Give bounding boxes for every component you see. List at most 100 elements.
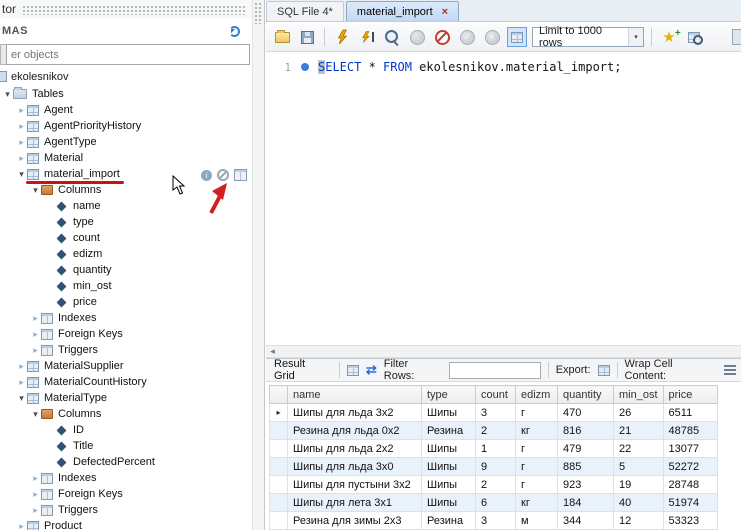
tree-item-indexes[interactable]: ▸Indexes	[0, 310, 252, 326]
expand-arrow-icon[interactable]: ▸	[30, 502, 41, 518]
cell-quantity[interactable]: 184	[558, 494, 614, 512]
tree-item-tables[interactable]: ▾Tables	[0, 86, 252, 102]
cell-edizm[interactable]: кг	[516, 494, 558, 512]
cell-price[interactable]: 52272	[663, 458, 717, 476]
refresh-results-icon[interactable]: ⇄	[366, 362, 377, 378]
cell-price[interactable]: 53323	[663, 512, 717, 530]
row-selector[interactable]	[270, 494, 288, 512]
expand-arrow-icon[interactable]: ▸	[16, 358, 27, 374]
tree-item-material[interactable]: ▸Material	[0, 150, 252, 166]
explain-button[interactable]	[382, 27, 402, 47]
row-selector[interactable]: ▸	[270, 404, 288, 422]
tree-item-indexes[interactable]: ▸Indexes	[0, 470, 252, 486]
cell-quantity[interactable]: 470	[558, 404, 614, 422]
table-row[interactable]: ▸Шипы для льда 3x2Шипы3г470266511	[270, 404, 718, 422]
scroll-left-icon[interactable]: ◂	[266, 346, 279, 357]
expand-arrow-icon[interactable]: ▸	[30, 310, 41, 326]
wrap-cell-content-icon[interactable]	[724, 365, 736, 375]
tree-item-product[interactable]: ▸Product	[0, 518, 252, 530]
execute-current-button[interactable]	[357, 27, 377, 47]
export-icon[interactable]	[598, 365, 610, 376]
tree-item-materialcounthistory[interactable]: ▸MaterialCountHistory	[0, 374, 252, 390]
column-header-name[interactable]: name	[288, 386, 422, 404]
cell-quantity[interactable]: 479	[558, 440, 614, 458]
collapse-arrow-icon[interactable]: ▾	[16, 166, 27, 182]
cell-price[interactable]: 13077	[663, 440, 717, 458]
cell-type[interactable]: Шипы	[422, 458, 476, 476]
tree-item-materialtype[interactable]: ▾MaterialType	[0, 390, 252, 406]
collapse-arrow-icon[interactable]: ▾	[30, 182, 41, 198]
column-header-edizm[interactable]: edizm	[516, 386, 558, 404]
table-row[interactable]: Шипы для льда 2x2Шипы1г4792213077	[270, 440, 718, 458]
cell-count[interactable]: 2	[476, 476, 516, 494]
cell-min_ost[interactable]: 21	[614, 422, 664, 440]
tree-item-min-ost[interactable]: min_ost	[0, 278, 252, 294]
tab-sql-file-4[interactable]: SQL File 4*	[266, 1, 344, 21]
cell-min_ost[interactable]: 26	[614, 404, 664, 422]
expand-arrow-icon[interactable]: ▸	[16, 118, 27, 134]
expand-arrow-icon[interactable]: ▸	[30, 470, 41, 486]
table-info-icon[interactable]: i	[201, 170, 212, 181]
table-row[interactable]: Шипы для пустыни 3x2Шипы2г9231928748	[270, 476, 718, 494]
grid-view-icon[interactable]	[347, 365, 359, 376]
tree-item-id[interactable]: ID	[0, 422, 252, 438]
cell-edizm[interactable]: г	[516, 404, 558, 422]
cell-quantity[interactable]: 816	[558, 422, 614, 440]
editor-horizontal-scrollbar[interactable]: ◂	[266, 345, 741, 358]
expand-arrow-icon[interactable]: ▸	[16, 374, 27, 390]
tree-item-triggers[interactable]: ▸Triggers	[0, 502, 252, 518]
cell-edizm[interactable]: г	[516, 476, 558, 494]
cell-type[interactable]: Шипы	[422, 404, 476, 422]
cell-price[interactable]: 28748	[663, 476, 717, 494]
inspector-button[interactable]	[684, 27, 704, 47]
stop-on-error-button[interactable]	[432, 27, 452, 47]
row-selector[interactable]	[270, 512, 288, 530]
cell-type[interactable]: Шипы	[422, 476, 476, 494]
tree-item-agentpriorityhistory[interactable]: ▸AgentPriorityHistory	[0, 118, 252, 134]
cell-name[interactable]: Шипы для пустыни 3x2	[288, 476, 422, 494]
cell-name[interactable]: Резина для льда 0x2	[288, 422, 422, 440]
expand-arrow-icon[interactable]: ▸	[30, 326, 41, 342]
autocommit-toggle-button[interactable]	[507, 27, 527, 47]
tree-item-type[interactable]: type	[0, 214, 252, 230]
cell-count[interactable]: 2	[476, 422, 516, 440]
collapse-arrow-icon[interactable]: ▾	[30, 406, 41, 422]
cell-min_ost[interactable]: 40	[614, 494, 664, 512]
save-snippet-button[interactable]: ★	[659, 27, 679, 47]
cell-quantity[interactable]: 344	[558, 512, 614, 530]
row-selector[interactable]	[270, 422, 288, 440]
cell-type[interactable]: Резина	[422, 422, 476, 440]
cell-edizm[interactable]: г	[516, 458, 558, 476]
stop-button[interactable]	[407, 27, 427, 47]
collapse-arrow-icon[interactable]: ▾	[16, 390, 27, 406]
refresh-schemas-icon[interactable]	[229, 26, 240, 37]
tree-item-triggers[interactable]: ▸Triggers	[0, 342, 252, 358]
filter-rows-input[interactable]	[449, 362, 541, 379]
tree-item-materialsupplier[interactable]: ▸MaterialSupplier	[0, 358, 252, 374]
cell-count[interactable]: 3	[476, 404, 516, 422]
cell-name[interactable]: Шипы для льда 3x0	[288, 458, 422, 476]
cell-min_ost[interactable]: 22	[614, 440, 664, 458]
tree-item-count[interactable]: count	[0, 230, 252, 246]
tree-item-foreign-keys[interactable]: ▸Foreign Keys	[0, 486, 252, 502]
cell-quantity[interactable]: 923	[558, 476, 614, 494]
cell-count[interactable]: 1	[476, 440, 516, 458]
tree-item-columns[interactable]: ▾Columns	[0, 406, 252, 422]
execute-button[interactable]	[332, 27, 352, 47]
cell-name[interactable]: Шипы для лета 3x1	[288, 494, 422, 512]
cell-count[interactable]: 6	[476, 494, 516, 512]
expand-arrow-icon[interactable]: ▸	[30, 486, 41, 502]
expand-arrow-icon[interactable]: ▸	[30, 342, 41, 358]
rollback-button[interactable]: ×	[482, 27, 502, 47]
cell-price[interactable]: 48785	[663, 422, 717, 440]
table-row[interactable]: Резина для льда 0x2Резина2кг8162148785	[270, 422, 718, 440]
cell-edizm[interactable]: г	[516, 440, 558, 458]
tree-item-agenttype[interactable]: ▸AgentType	[0, 134, 252, 150]
filter-objects-input[interactable]	[6, 44, 250, 65]
expand-arrow-icon[interactable]: ▸	[16, 134, 27, 150]
cell-name[interactable]: Резина для зимы 2x3	[288, 512, 422, 530]
cell-name[interactable]: Шипы для льда 3x2	[288, 404, 422, 422]
tree-item-edizm[interactable]: edizm	[0, 246, 252, 262]
row-selector[interactable]	[270, 440, 288, 458]
expand-arrow-icon[interactable]: ▸	[16, 102, 27, 118]
